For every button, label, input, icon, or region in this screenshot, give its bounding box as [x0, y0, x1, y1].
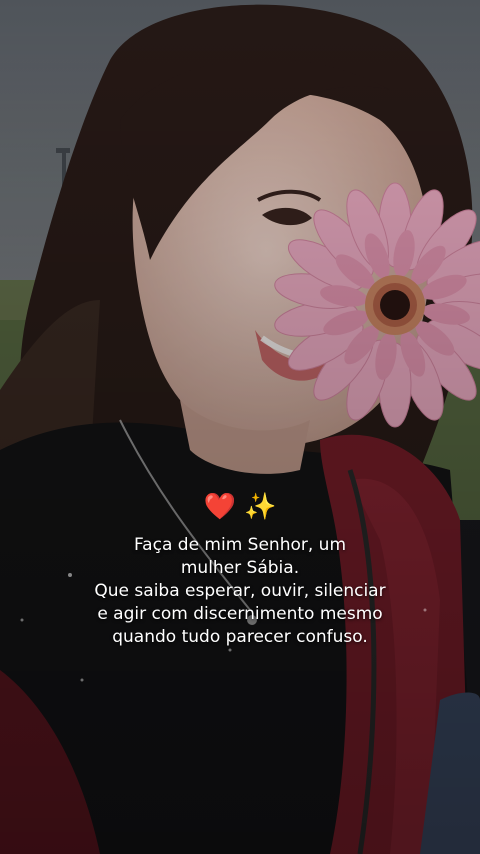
emoji-row: ❤️ ✨ — [0, 490, 480, 524]
caption-overlay: ❤️ ✨ Faça de mim Senhor, um mulher Sábia… — [0, 490, 480, 649]
sparkles-icon: ✨ — [244, 492, 277, 522]
caption-text: Faça de mim Senhor, um mulher Sábia. Que… — [94, 535, 386, 647]
heart-icon: ❤️ — [203, 492, 236, 522]
background-photo — [0, 0, 480, 854]
